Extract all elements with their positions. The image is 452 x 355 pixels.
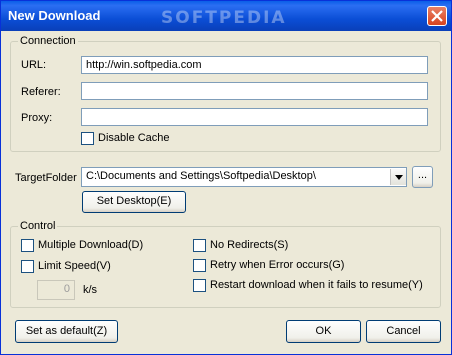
ok-button[interactable]: OK [286, 320, 361, 343]
limit-speed-checkbox[interactable] [21, 260, 34, 273]
target-folder-select[interactable]: C:\Documents and Settings\Softpedia\Desk… [81, 167, 407, 187]
speed-unit-label: k/s [83, 284, 98, 296]
no-redirects-label: No Redirects(S) [210, 239, 289, 251]
target-folder-value: C:\Documents and Settings\Softpedia\Desk… [86, 170, 316, 182]
close-button[interactable] [427, 6, 447, 26]
retry-on-error-label: Retry when Error occurs(G) [210, 259, 345, 271]
browse-button[interactable]: ... [412, 166, 433, 188]
restart-download-checkbox[interactable] [193, 279, 206, 292]
connection-legend: Connection [18, 35, 78, 47]
speed-limit-input[interactable]: 0 [37, 280, 75, 300]
retry-on-error-checkbox[interactable] [193, 259, 206, 272]
target-folder-label: TargetFolder [15, 172, 77, 184]
referer-input[interactable] [81, 82, 428, 100]
url-input[interactable]: http://win.softpedia.com [81, 56, 428, 74]
proxy-label: Proxy: [21, 112, 53, 124]
referer-label: Referer: [21, 86, 61, 98]
window-title: New Download [8, 8, 101, 23]
close-icon [431, 10, 443, 22]
title-bar[interactable]: New Download SOFTPEDIA [1, 1, 451, 31]
control-legend: Control [18, 220, 58, 232]
target-folder-dropdown-button[interactable] [390, 169, 406, 185]
proxy-input[interactable] [81, 108, 428, 126]
set-as-default-button[interactable]: Set as default(Z) [15, 320, 118, 343]
new-download-dialog: New Download SOFTPEDIA Connection URL: h… [0, 0, 452, 355]
no-redirects-checkbox[interactable] [193, 239, 206, 252]
url-label: URL: [21, 59, 47, 71]
restart-download-label: Restart download when it fails to resume… [210, 279, 423, 291]
cancel-button[interactable]: Cancel [366, 320, 441, 343]
limit-speed-label: Limit Speed(V) [38, 260, 111, 272]
disable-cache-label: Disable Cache [98, 132, 170, 144]
multiple-download-checkbox[interactable] [21, 239, 34, 252]
multiple-download-label: Multiple Download(D) [38, 239, 144, 251]
set-desktop-button[interactable]: Set Desktop(E) [82, 191, 186, 213]
disable-cache-checkbox[interactable] [81, 132, 94, 145]
chevron-down-icon [395, 175, 403, 180]
watermark-text: SOFTPEDIA [161, 8, 287, 28]
